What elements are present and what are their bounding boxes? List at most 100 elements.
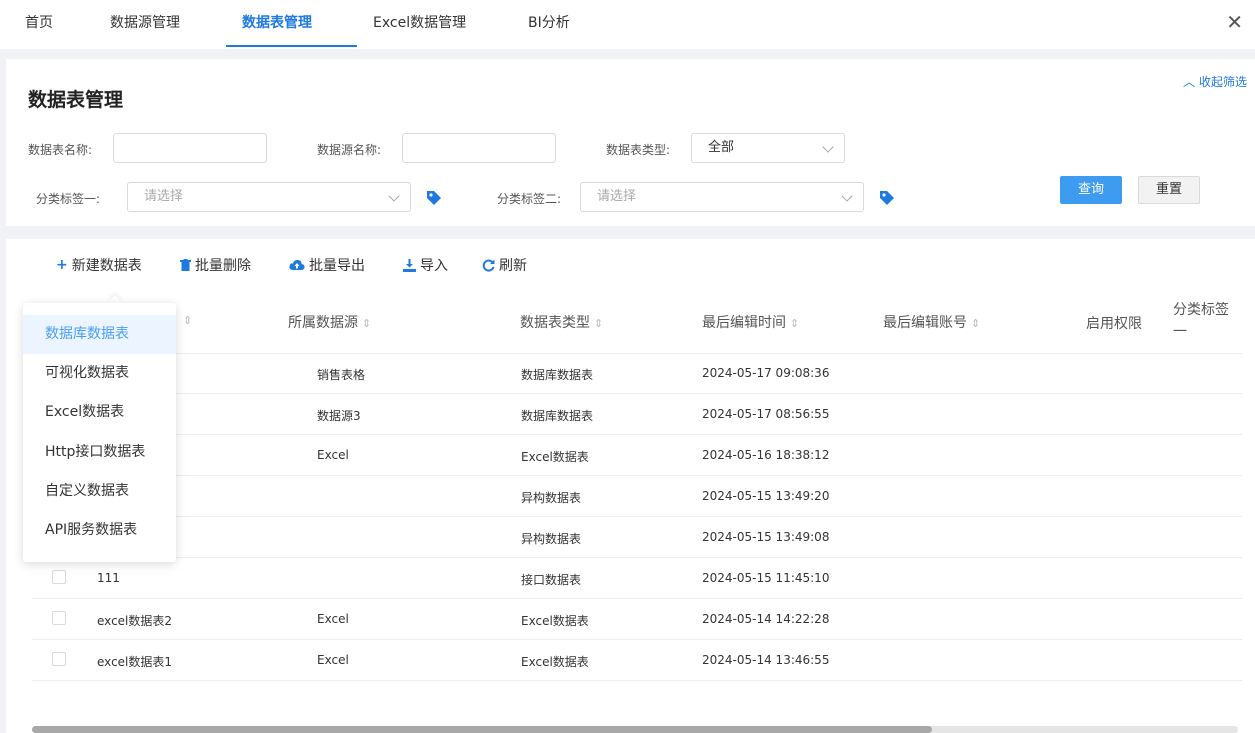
- header-edit-account[interactable]: 最后编辑账号 ⇕: [883, 312, 980, 332]
- cell-type: Excel数据表: [521, 655, 589, 669]
- refresh-icon: [482, 259, 495, 271]
- table-row[interactable]: Excel Excel数据表 2024-05-16 18:38:12: [32, 435, 1242, 476]
- cell-name: excel数据表2: [97, 614, 173, 628]
- cell-source: Excel: [317, 653, 349, 667]
- cell-type: 异构数据表: [521, 491, 582, 505]
- menu-item-excel-table[interactable]: Excel数据表: [23, 393, 176, 432]
- header-edit-time[interactable]: 最后编辑时间 ⇕: [702, 312, 799, 332]
- import-label: 导入: [420, 258, 448, 274]
- cell-time: 2024-05-14 14:22:28: [702, 612, 830, 626]
- chevron-down-icon: [841, 190, 853, 202]
- scrollbar-thumb[interactable]: [32, 726, 932, 733]
- batch-delete-button[interactable]: 批量删除: [180, 255, 251, 275]
- cell-time: 2024-05-14 13:46:55: [702, 653, 830, 667]
- cell-source: Excel: [317, 448, 349, 462]
- row-checkbox[interactable]: [52, 570, 66, 584]
- batch-export-button[interactable]: 批量导出: [289, 255, 365, 275]
- table-row[interactable]: 异构数据表 2024-05-15 13:49:08: [32, 517, 1242, 558]
- filter-panel: 数据表管理 ︿ 收起筛选 数据表名称: 数据源名称: 数据表类型: 全部 分类标…: [6, 59, 1255, 226]
- menu-item-api-table[interactable]: API服务数据表: [23, 511, 176, 550]
- table-row[interactable]: excel数据表2 Excel Excel数据表 2024-05-14 14:22:2…: [32, 599, 1242, 640]
- tab-excel-management[interactable]: Excel数据管理: [373, 0, 466, 49]
- chevron-down-icon: [822, 141, 834, 153]
- name-sort-icon[interactable]: ⇕: [179, 312, 192, 328]
- cell-type: 数据库数据表: [521, 409, 594, 423]
- cell-source: Excel: [317, 612, 349, 626]
- import-button[interactable]: 导入: [403, 255, 448, 275]
- row-checkbox[interactable]: [52, 652, 66, 666]
- table-row[interactable]: 111 接口数据表 2024-05-15 11:45:10: [32, 558, 1242, 599]
- cell-time: 2024-05-17 09:08:36: [702, 366, 830, 380]
- tag-icon[interactable]: [425, 189, 443, 207]
- table-row[interactable]: 销售表格 数据库数据表 2024-05-17 09:08:36: [32, 353, 1242, 394]
- table-type-value: 全部: [708, 140, 735, 155]
- download-icon: [403, 258, 416, 272]
- horizontal-scrollbar[interactable]: [32, 726, 1238, 733]
- menu-item-http-table[interactable]: Http接口数据表: [23, 433, 176, 472]
- datasource-name-input[interactable]: [402, 133, 556, 163]
- chevron-up-icon: ︿: [1183, 75, 1199, 89]
- new-table-dropdown: 数据库数据表 可视化数据表 Excel数据表 Http接口数据表 自定义数据表 …: [23, 303, 176, 562]
- table-panel: + 新建数据表 批量删除 批量导出 导入 刷新 ⇕ 所属数据源 ⇕ 数据表类型 …: [6, 239, 1255, 733]
- sort-icon: ⇕: [790, 317, 800, 330]
- chevron-down-icon: [388, 190, 400, 202]
- top-tab-bar: 首页 数据源管理 数据表管理 Excel数据管理 BI分析 ✕: [0, 0, 1255, 49]
- tab-table-management[interactable]: 数据表管理: [242, 0, 312, 49]
- collapse-filter-label: 收起筛选: [1198, 75, 1247, 89]
- sort-icon: ⇕: [362, 317, 372, 330]
- header-edit-account-label: 最后编辑账号: [883, 315, 967, 331]
- cell-name: excel数据表1: [97, 655, 173, 669]
- header-table-type[interactable]: 数据表类型 ⇕: [520, 312, 603, 332]
- active-tab-indicator: [226, 45, 357, 47]
- table-row[interactable]: 数据源3 数据库数据表 2024-05-17 08:56:55: [32, 394, 1242, 435]
- tag1-label: 分类标签一:: [36, 192, 101, 206]
- new-table-label: 新建数据表: [71, 258, 142, 274]
- cell-time: 2024-05-17 08:56:55: [702, 407, 830, 421]
- trash-icon: [180, 259, 191, 271]
- batch-export-label: 批量导出: [309, 258, 365, 274]
- header-tag1: 分类标签一: [1173, 302, 1229, 340]
- tag2-placeholder: 请选择: [597, 189, 637, 204]
- datasource-name-label: 数据源名称:: [317, 143, 382, 157]
- refresh-button[interactable]: 刷新: [482, 255, 527, 275]
- table-name-input[interactable]: [113, 133, 267, 163]
- sort-icon: ⇕: [594, 317, 604, 330]
- menu-item-custom-table[interactable]: 自定义数据表: [23, 472, 176, 511]
- tab-home[interactable]: 首页: [25, 0, 53, 49]
- tag1-select[interactable]: 请选择: [127, 182, 411, 212]
- cell-name: 111: [97, 571, 120, 585]
- header-datasource-label: 所属数据源: [288, 315, 358, 331]
- cell-time: 2024-05-16 18:38:12: [702, 448, 830, 462]
- table-row[interactable]: excel数据表1 Excel Excel数据表 2024-05-14 13:46:5…: [32, 640, 1242, 681]
- table-type-label: 数据表类型:: [606, 143, 671, 157]
- table-name-label: 数据表名称:: [28, 143, 93, 157]
- cell-type: Excel数据表: [521, 614, 589, 628]
- table-type-select[interactable]: 全部: [691, 133, 845, 163]
- cell-source: 销售表格: [317, 368, 366, 382]
- menu-item-visual-table[interactable]: 可视化数据表: [23, 354, 176, 393]
- cell-type: 数据库数据表: [521, 368, 594, 382]
- header-datasource[interactable]: 所属数据源 ⇕: [288, 312, 371, 332]
- tab-datasource-management[interactable]: 数据源管理: [110, 0, 180, 49]
- collapse-filter-link[interactable]: ︿ 收起筛选: [1183, 73, 1247, 90]
- reset-button[interactable]: 重置: [1138, 176, 1200, 204]
- table-row[interactable]: 异构数据表 2024-05-15 13:49:20: [32, 476, 1242, 517]
- close-icon[interactable]: ✕: [1226, 10, 1243, 34]
- cloud-upload-icon: [289, 259, 305, 270]
- header-permission: 启用权限: [1086, 316, 1142, 332]
- cell-type: 异构数据表: [521, 532, 582, 546]
- row-checkbox[interactable]: [52, 611, 66, 625]
- page-title: 数据表管理: [28, 89, 124, 111]
- tag-icon[interactable]: [878, 189, 896, 207]
- cell-type: Excel数据表: [521, 450, 589, 464]
- tag2-select[interactable]: 请选择: [580, 182, 864, 212]
- tab-bi-analysis[interactable]: BI分析: [528, 0, 570, 49]
- tag2-label: 分类标签二:: [497, 192, 562, 206]
- cell-time: 2024-05-15 13:49:08: [702, 530, 830, 544]
- plus-icon: +: [56, 257, 68, 273]
- tag1-placeholder: 请选择: [144, 189, 184, 204]
- query-button[interactable]: 查询: [1060, 176, 1122, 204]
- new-table-button[interactable]: + 新建数据表: [56, 255, 142, 275]
- menu-item-database-table[interactable]: 数据库数据表: [23, 315, 176, 354]
- cell-type: 接口数据表: [521, 573, 582, 587]
